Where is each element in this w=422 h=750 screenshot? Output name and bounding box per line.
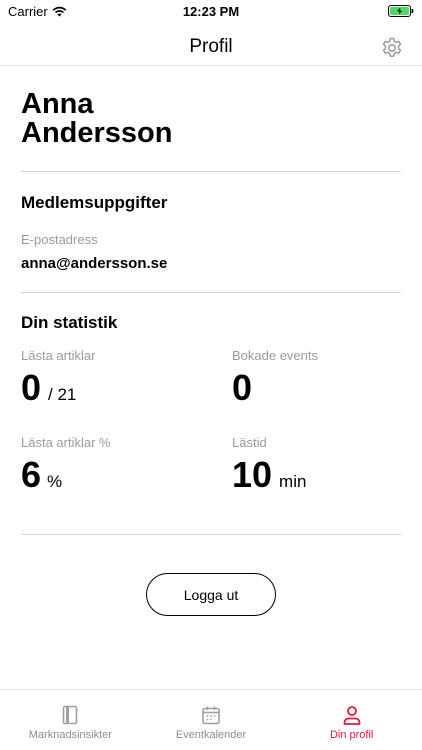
divider: [21, 292, 401, 293]
navigation-bar: Profil: [0, 28, 422, 66]
person-icon: [343, 706, 361, 725]
stat-value-row: 6 %: [21, 455, 232, 495]
tab-label: Din profil: [329, 729, 374, 741]
tab-label: Eventkalender: [175, 729, 247, 741]
email-value: anna@andersson.se: [21, 255, 168, 272]
stat-read-articles: Lästa artiklar 0 / 21: [21, 348, 232, 435]
divider: [21, 171, 401, 172]
tab-event-calendar[interactable]: Eventkalender: [141, 690, 282, 750]
stat-value: 0: [232, 367, 253, 408]
tab-market-insights[interactable]: Marknadsinsikter: [0, 690, 141, 750]
divider: [21, 534, 401, 535]
stat-booked-events: Bokade events 0: [232, 348, 402, 435]
stat-value-row: 0: [232, 368, 402, 408]
stat-value-row: 0 / 21: [21, 368, 232, 408]
tab-my-profile[interactable]: Din profil: [281, 690, 422, 750]
stat-unit: %: [47, 472, 63, 491]
stat-value-row: 10 min: [232, 455, 402, 495]
status-time: 12:23 PM: [182, 4, 240, 19]
stat-unit: min: [279, 472, 307, 491]
stat-read-percent: Lästa artiklar % 6 %: [21, 435, 232, 522]
logout-button[interactable]: Logga ut: [146, 573, 276, 616]
stat-value: 0: [21, 367, 42, 408]
email-label: E-postadress: [21, 232, 98, 247]
user-name: Anna Andersson: [21, 88, 173, 149]
tab-bar: Marknadsinsikter Eventkalender Din profi…: [0, 689, 422, 750]
stat-label: Lästa artiklar: [21, 348, 96, 363]
stat-label: Lästid: [232, 435, 267, 450]
tab-label: Marknadsinsikter: [28, 729, 112, 741]
stat-value: 10: [232, 454, 273, 495]
statistics-grid: Lästa artiklar 0 / 21 Bokade events 0 Lä…: [21, 348, 401, 522]
stat-total: / 21: [48, 385, 77, 404]
battery-charging-icon: [388, 5, 414, 17]
stat-value: 6: [21, 454, 42, 495]
stat-label: Lästa artiklar %: [21, 435, 111, 450]
member-details-title: Medlemsuppgifter: [21, 193, 168, 212]
statistics-title: Din statistik: [21, 313, 118, 332]
book-icon: [63, 705, 78, 725]
gear-icon[interactable]: [380, 36, 404, 60]
status-bar: Carrier 12:23 PM: [0, 0, 422, 24]
stat-read-time: Lästid 10 min: [232, 435, 402, 522]
profile-content: Anna Andersson Medlemsuppgifter E-postad…: [21, 66, 401, 535]
page-title: Profil: [189, 36, 233, 57]
stat-label: Bokade events: [232, 348, 319, 363]
calendar-icon: [202, 706, 220, 725]
